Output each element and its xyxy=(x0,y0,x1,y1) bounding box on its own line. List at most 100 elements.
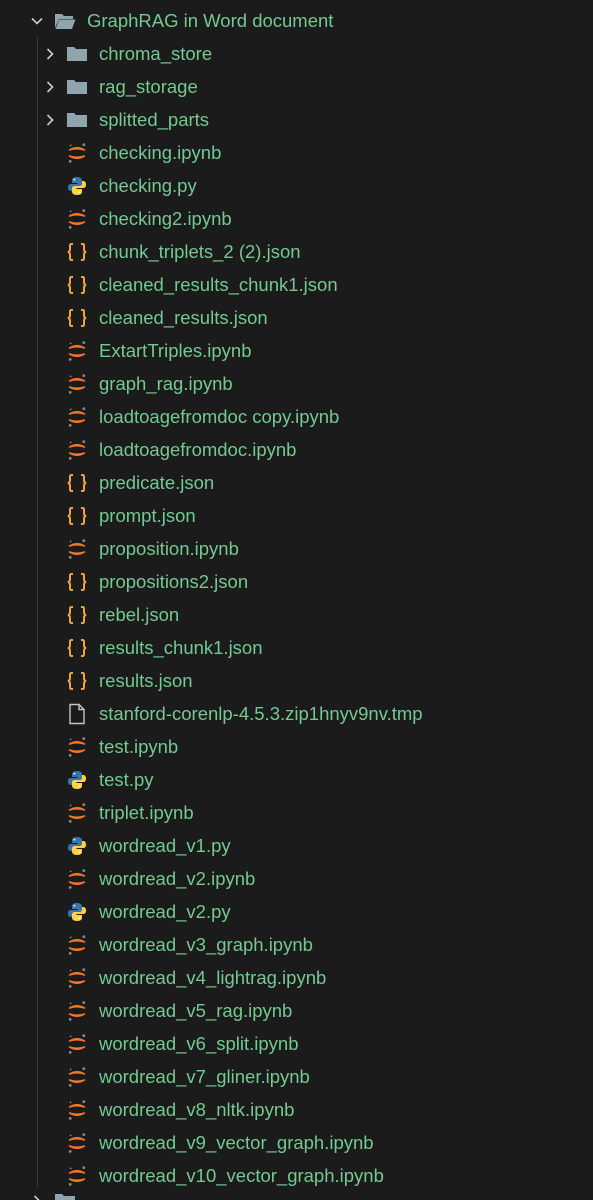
folder-icon xyxy=(54,1190,76,1200)
file-item-wordread-v7-gliner-ipynb[interactable]: wordread_v7_gliner.ipynb xyxy=(0,1060,593,1093)
file-label: wordread_v6_split.ipynb xyxy=(99,1033,299,1054)
file-item-test-py[interactable]: test.py xyxy=(0,763,593,796)
folder-root-graphrag[interactable]: GraphRAG in Word document xyxy=(0,4,593,37)
file-item-loadtoagefromdoc-ipynb[interactable]: loadtoagefromdoc.ipynb xyxy=(0,433,593,466)
chevron-right-icon[interactable] xyxy=(28,1192,46,1200)
json-icon xyxy=(66,571,88,593)
folder-open-icon xyxy=(54,10,76,32)
jupyter-icon xyxy=(66,736,88,758)
file-item-checking-py[interactable]: checking.py xyxy=(0,169,593,202)
jupyter-icon xyxy=(66,373,88,395)
file-item-wordread-v6-split-ipynb[interactable]: wordread_v6_split.ipynb xyxy=(0,1027,593,1060)
file-item-loadtoagefromdoc-copy-ipynb[interactable]: loadtoagefromdoc copy.ipynb xyxy=(0,400,593,433)
chevron-right-icon[interactable] xyxy=(41,78,59,96)
file-item-wordread-v1-py[interactable]: wordread_v1.py xyxy=(0,829,593,862)
file-label: splitted_parts xyxy=(99,109,210,130)
file-item-wordread-v2-ipynb[interactable]: wordread_v2.ipynb xyxy=(0,862,593,895)
file-item-predicate-json[interactable]: predicate.json xyxy=(0,466,593,499)
file-item-triplet-ipynb[interactable]: triplet.ipynb xyxy=(0,796,593,829)
folder-next-root[interactable] xyxy=(0,1184,593,1200)
file-item-cleaned-results-chunk1-json[interactable]: cleaned_results_chunk1.json xyxy=(0,268,593,301)
json-icon xyxy=(66,472,88,494)
jupyter-icon xyxy=(66,208,88,230)
file-label: wordread_v2.py xyxy=(99,901,231,922)
jupyter-icon xyxy=(66,538,88,560)
folder-icon xyxy=(66,76,88,98)
folder-icon xyxy=(66,109,88,131)
file-label: checking.py xyxy=(99,175,197,196)
folder-icon xyxy=(66,43,88,65)
jupyter-icon xyxy=(66,1066,88,1088)
jupyter-icon xyxy=(66,1132,88,1154)
file-item-extarttriples-ipynb[interactable]: ExtartTriples.ipynb xyxy=(0,334,593,367)
python-icon xyxy=(66,901,88,923)
file-item-wordread-v5-rag-ipynb[interactable]: wordread_v5_rag.ipynb xyxy=(0,994,593,1027)
json-icon xyxy=(66,274,88,296)
file-item-results-json[interactable]: results.json xyxy=(0,664,593,697)
file-item-chunk-triplets-2-2-json[interactable]: chunk_triplets_2 (2).json xyxy=(0,235,593,268)
file-label: wordread_v2.ipynb xyxy=(99,868,256,889)
jupyter-icon xyxy=(66,1000,88,1022)
file-label: prompt.json xyxy=(99,505,196,526)
file-item-checking2-ipynb[interactable]: checking2.ipynb xyxy=(0,202,593,235)
json-icon xyxy=(66,505,88,527)
chevron-right-icon[interactable] xyxy=(41,45,59,63)
file-item-test-ipynb[interactable]: test.ipynb xyxy=(0,730,593,763)
chevron-right-icon[interactable] xyxy=(41,111,59,129)
root-folder-label: GraphRAG in Word document xyxy=(87,10,334,31)
file-label: stanford-corenlp-4.5.3.zip1hnyv9nv.tmp xyxy=(99,703,423,724)
file-item-wordread-v3-graph-ipynb[interactable]: wordread_v3_graph.ipynb xyxy=(0,928,593,961)
file-label: chunk_triplets_2 (2).json xyxy=(99,241,301,262)
jupyter-icon xyxy=(66,934,88,956)
jupyter-icon xyxy=(66,142,88,164)
jupyter-icon xyxy=(66,340,88,362)
file-label: wordread_v8_nltk.ipynb xyxy=(99,1099,295,1120)
file-item-rebel-json[interactable]: rebel.json xyxy=(0,598,593,631)
file-label: predicate.json xyxy=(99,472,215,493)
file-label: loadtoagefromdoc.ipynb xyxy=(99,439,297,460)
json-icon xyxy=(66,670,88,692)
file-item-prompt-json[interactable]: prompt.json xyxy=(0,499,593,532)
jupyter-icon xyxy=(66,967,88,989)
file-item-cleaned-results-json[interactable]: cleaned_results.json xyxy=(0,301,593,334)
file-label: loadtoagefromdoc copy.ipynb xyxy=(99,406,340,427)
file-item-proposition-ipynb[interactable]: proposition.ipynb xyxy=(0,532,593,565)
file-label: cleaned_results.json xyxy=(99,307,268,328)
file-label: wordread_v9_vector_graph.ipynb xyxy=(99,1132,374,1153)
file-item-wordread-v4-lightrag-ipynb[interactable]: wordread_v4_lightrag.ipynb xyxy=(0,961,593,994)
file-label: rebel.json xyxy=(99,604,180,625)
file-label: results.json xyxy=(99,670,193,691)
chevron-down-icon[interactable] xyxy=(28,12,46,30)
jupyter-icon xyxy=(66,439,88,461)
folder-item-chroma-store[interactable]: chroma_store xyxy=(0,37,593,70)
jupyter-icon xyxy=(66,1099,88,1121)
file-item-propositions2-json[interactable]: propositions2.json xyxy=(0,565,593,598)
file-item-stanford-corenlp-4-5-3-zip1hnyv9nv-tmp[interactable]: stanford-corenlp-4.5.3.zip1hnyv9nv.tmp xyxy=(0,697,593,730)
json-icon xyxy=(66,637,88,659)
file-label: cleaned_results_chunk1.json xyxy=(99,274,338,295)
file-label: wordread_v3_graph.ipynb xyxy=(99,934,313,955)
file-item-graph-rag-ipynb[interactable]: graph_rag.ipynb xyxy=(0,367,593,400)
file-item-wordread-v8-nltk-ipynb[interactable]: wordread_v8_nltk.ipynb xyxy=(0,1093,593,1126)
file-label: test.py xyxy=(99,769,154,790)
file-label: ExtartTriples.ipynb xyxy=(99,340,252,361)
file-item-checking-ipynb[interactable]: checking.ipynb xyxy=(0,136,593,169)
file-item-results-chunk1-json[interactable]: results_chunk1.json xyxy=(0,631,593,664)
folder-item-rag-storage[interactable]: rag_storage xyxy=(0,70,593,103)
file-label: results_chunk1.json xyxy=(99,637,263,658)
file-label: graph_rag.ipynb xyxy=(99,373,233,394)
file-label: chroma_store xyxy=(99,43,213,64)
file-label: wordread_v1.py xyxy=(99,835,231,856)
jupyter-icon xyxy=(66,868,88,890)
file-label: checking.ipynb xyxy=(99,142,222,163)
folder-item-splitted-parts[interactable]: splitted_parts xyxy=(0,103,593,136)
file-label: propositions2.json xyxy=(99,571,249,592)
file-explorer-tree: GraphRAG in Word document chroma_storera… xyxy=(0,0,593,1200)
jupyter-icon xyxy=(66,406,88,428)
file-label: triplet.ipynb xyxy=(99,802,194,823)
file-item-wordread-v9-vector-graph-ipynb[interactable]: wordread_v9_vector_graph.ipynb xyxy=(0,1126,593,1159)
file-item-wordread-v2-py[interactable]: wordread_v2.py xyxy=(0,895,593,928)
file-label: wordread_v4_lightrag.ipynb xyxy=(99,967,327,988)
jupyter-icon xyxy=(66,802,88,824)
json-icon xyxy=(66,307,88,329)
